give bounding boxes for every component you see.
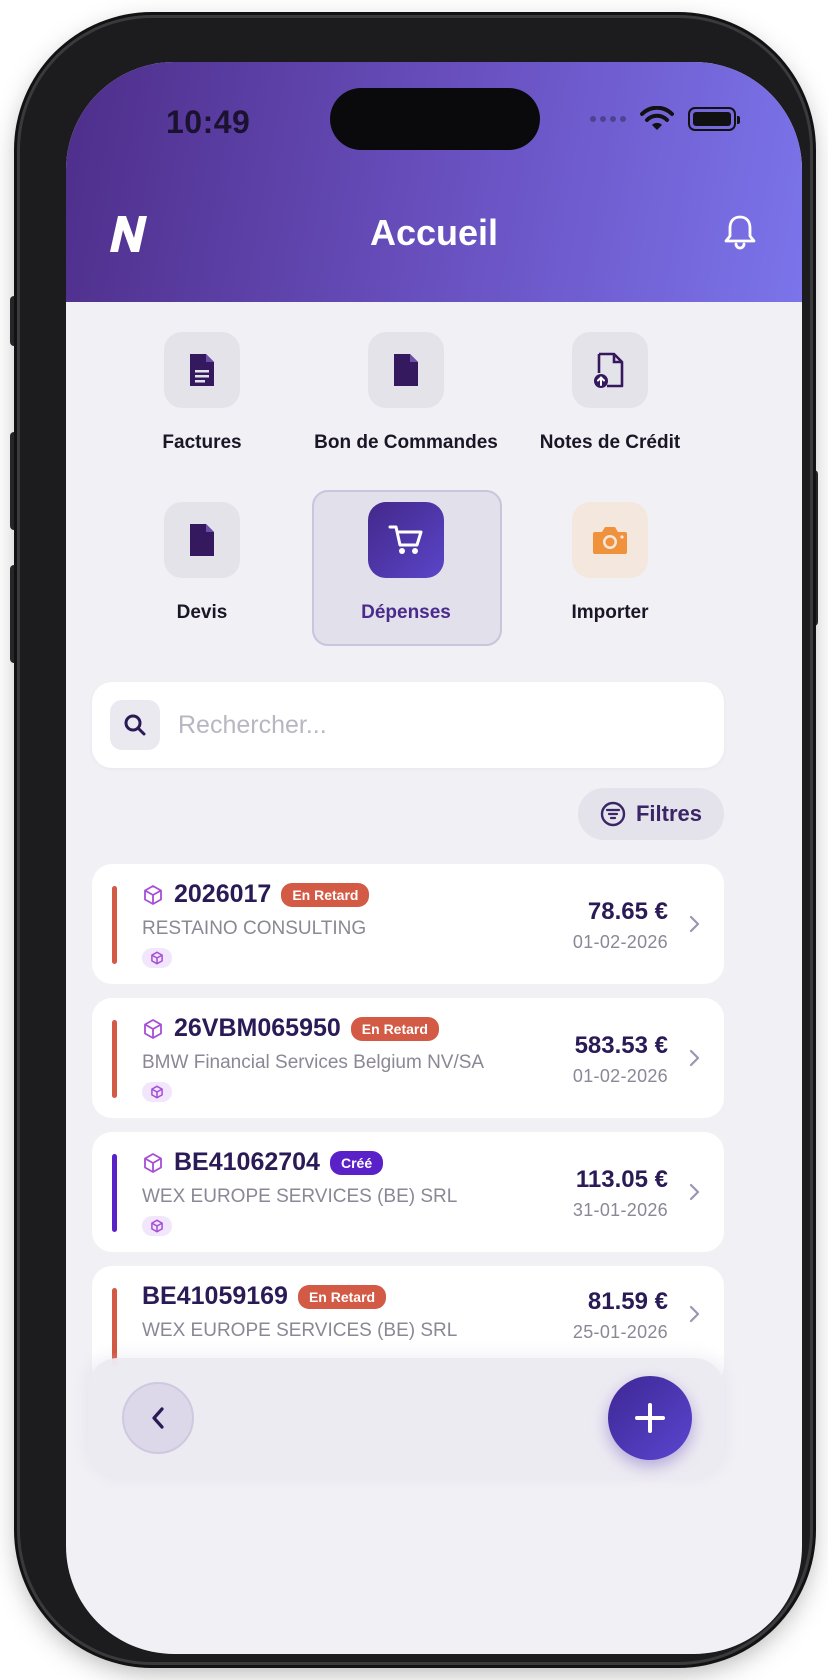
plus-icon (635, 1403, 665, 1433)
status-bar-indicator (112, 886, 117, 964)
expense-card[interactable]: 26VBM065950 En Retard BMW Financial Serv… (92, 998, 724, 1118)
app-header: 10:49 Accueil (66, 62, 802, 302)
expense-date: 25-01-2026 (572, 1322, 668, 1342)
filters-label: Filtres (635, 801, 703, 826)
package-icon (151, 1219, 163, 1233)
document-icon (190, 524, 214, 556)
add-button[interactable] (608, 1376, 692, 1460)
category-label: Notes de Crédit (539, 432, 681, 453)
bell-icon[interactable] (720, 212, 760, 252)
reference-row: BE41062704 Créé (142, 1148, 384, 1177)
expense-date: 01-02-2026 (572, 1066, 668, 1086)
back-button[interactable] (122, 1382, 194, 1454)
status-icons (590, 106, 740, 132)
package-icon (144, 1152, 162, 1173)
chevron-right-icon (689, 915, 700, 933)
category-tile (164, 332, 240, 408)
page-title: Accueil (369, 212, 499, 253)
expense-reference: BE41062704 (174, 1148, 320, 1176)
package-tag (142, 948, 172, 968)
status-time: 10:49 (166, 104, 251, 140)
dynamic-island (330, 88, 540, 150)
expense-card[interactable]: 2026017 En Retard RESTAINO CONSULTING 78… (92, 864, 724, 984)
package-tag (142, 1216, 172, 1236)
expense-reference: 2026017 (174, 880, 272, 908)
expense-company: WEX EUROPE SERVICES (BE) SRL (142, 1320, 458, 1341)
expense-date: 31-01-2026 (572, 1200, 668, 1220)
category-tile (164, 502, 240, 578)
category-label: Importer (571, 602, 649, 623)
expense-reference: 26VBM065950 (174, 1014, 341, 1042)
chevron-left-icon (152, 1407, 164, 1429)
search-input[interactable] (178, 704, 698, 746)
expense-card[interactable]: BE41062704 Créé WEX EUROPE SERVICES (BE)… (92, 1132, 724, 1252)
expense-company: RESTAINO CONSULTING (142, 918, 367, 939)
phone-frame: 10:49 Accueil Factures Bon de Commandes … (20, 18, 810, 1662)
expense-amount: 81.59 € (587, 1288, 668, 1315)
category-tile (572, 332, 648, 408)
shopping-cart-icon (388, 525, 423, 554)
category-notes-de-credit[interactable]: Notes de Crédit (510, 332, 710, 482)
bottom-action-bar (88, 1358, 724, 1480)
silent-switch (10, 296, 20, 346)
expense-company: BMW Financial Services Belgium NV/SA (142, 1052, 485, 1073)
volume-up-button (10, 432, 20, 530)
document-icon (394, 354, 418, 386)
app-screen: 10:49 Accueil Factures Bon de Commandes … (66, 62, 802, 1654)
document-upload-icon (594, 352, 624, 388)
package-icon (151, 951, 163, 965)
category-tile-active (368, 502, 444, 578)
category-bon-de-commandes[interactable]: Bon de Commandes (306, 332, 506, 482)
expense-reference: BE41059169 (142, 1282, 288, 1310)
battery-icon (688, 107, 740, 131)
filter-icon (600, 801, 626, 827)
package-icon (144, 884, 162, 905)
status-bar-indicator (112, 1020, 117, 1098)
chevron-right-icon (689, 1183, 700, 1201)
search-button[interactable] (110, 700, 160, 750)
package-tag (142, 1082, 172, 1102)
wifi-icon (640, 106, 674, 130)
signal-dots-icon (590, 116, 626, 122)
search-icon (124, 714, 146, 736)
status-badge: En Retard (297, 1284, 387, 1309)
package-icon (144, 1018, 162, 1039)
reference-row: 2026017 En Retard (142, 880, 370, 909)
filters-button[interactable]: Filtres (578, 788, 724, 840)
volume-down-button (10, 565, 20, 663)
camera-icon (593, 527, 627, 554)
category-depenses[interactable]: Dépenses (306, 502, 506, 652)
expense-date: 01-02-2026 (572, 932, 668, 952)
expense-amount: 113.05 € (575, 1166, 668, 1193)
package-icon (151, 1085, 163, 1099)
expense-amount: 78.65 € (587, 898, 668, 925)
chevron-right-icon (689, 1049, 700, 1067)
status-bar-indicator (112, 1154, 117, 1232)
reference-row: 26VBM065950 En Retard (142, 1014, 439, 1043)
document-lines-icon (190, 354, 214, 386)
status-badge: En Retard (350, 1016, 439, 1041)
category-tile (572, 502, 648, 578)
chevron-right-icon (689, 1305, 700, 1323)
category-devis[interactable]: Devis (102, 502, 302, 652)
category-factures[interactable]: Factures (102, 332, 302, 482)
search-bar (92, 682, 724, 768)
category-importer[interactable]: Importer (510, 502, 710, 652)
status-badge: Créé (329, 1150, 384, 1175)
expense-amount: 583.53 € (574, 1032, 668, 1059)
reference-row: BE41059169 En Retard (142, 1282, 387, 1311)
expense-company: WEX EUROPE SERVICES (BE) SRL (142, 1186, 458, 1207)
category-tile (368, 332, 444, 408)
status-badge: En Retard (281, 882, 370, 907)
